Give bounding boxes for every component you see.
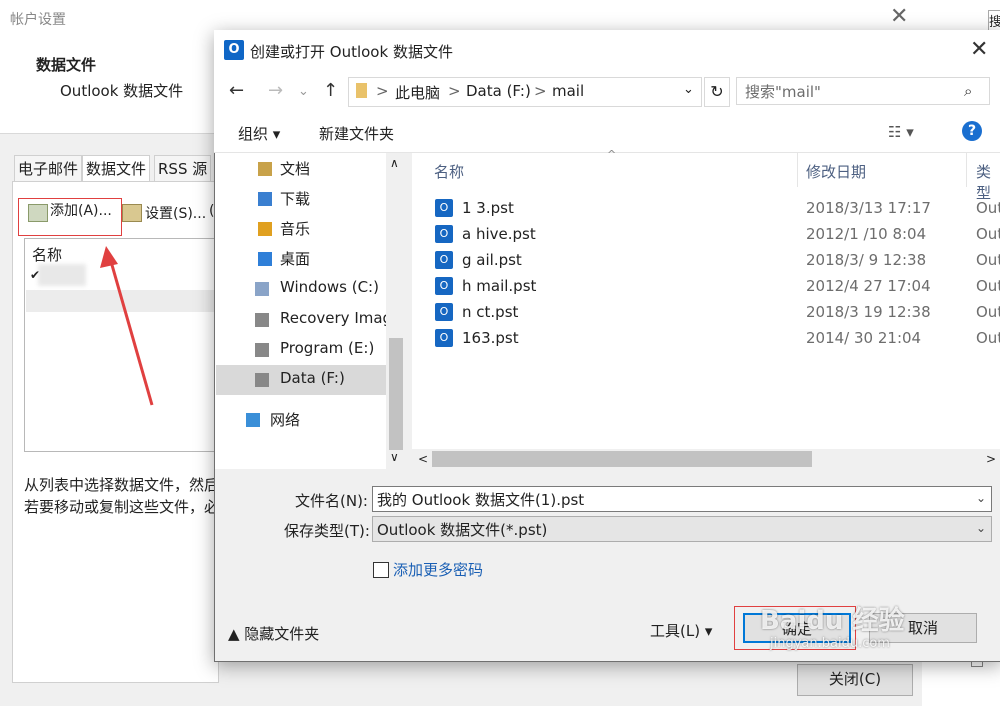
organize-menu[interactable]: 组织 ▾ — [238, 123, 280, 144]
file-type: Out — [976, 303, 1000, 321]
breadcrumb-separator: > — [448, 82, 461, 100]
nav-item-icon — [255, 373, 269, 387]
nav-item[interactable]: 文档 — [280, 158, 386, 179]
filename-label: 文件名(N): — [295, 492, 368, 510]
nav-item-icon — [255, 313, 269, 327]
file-name[interactable]: 1 3.pst — [462, 199, 514, 217]
dialog-close-icon[interactable]: ✕ — [970, 37, 988, 62]
nav-item-icon — [258, 222, 272, 236]
file-type: Out — [976, 329, 1000, 347]
up-arrow-icon[interactable]: ↑ — [323, 80, 338, 101]
nav-item-icon — [258, 252, 272, 266]
outlook-icon: O — [224, 40, 244, 60]
file-date: 2018/3/13 17:17 — [806, 199, 931, 217]
hide-folders-button[interactable]: ▲ 隐藏文件夹 — [228, 623, 319, 644]
nav-item[interactable]: 音乐 — [280, 218, 386, 239]
nav-item-icon — [258, 162, 272, 176]
breadcrumb-separator: > — [534, 82, 547, 100]
pst-file-icon: O — [435, 251, 453, 269]
file-type: Out — [976, 277, 1000, 295]
folder-icon — [356, 83, 367, 98]
file-name[interactable]: g ail.pst — [462, 251, 522, 269]
nav-scroll-thumb[interactable] — [389, 338, 403, 450]
nav-item[interactable]: Program (E:) — [280, 339, 386, 357]
file-date: 2018/3/ 9 12:38 — [806, 251, 927, 269]
scroll-up-icon[interactable]: ∧ — [390, 156, 399, 170]
file-name[interactable]: 163.pst — [462, 329, 519, 347]
pst-file-icon: O — [435, 303, 453, 321]
scroll-down-icon[interactable]: ∨ — [390, 450, 399, 464]
file-name[interactable]: a hive.pst — [462, 225, 536, 243]
file-date: 2012/4 27 17:04 — [806, 277, 931, 295]
nav-item[interactable]: 下载 — [280, 188, 386, 209]
sort-arrow-icon: ^ — [607, 148, 617, 161]
file-name[interactable]: n ct.pst — [462, 303, 518, 321]
pst-file-icon: O — [435, 225, 453, 243]
file-date: 2012/1 /10 8:04 — [806, 225, 927, 243]
column-divider[interactable] — [966, 153, 967, 187]
scroll-left-icon[interactable]: < — [418, 452, 428, 466]
file-date: 2014/ 30 21:04 — [806, 329, 922, 347]
breadcrumb-data-drive[interactable]: Data (F:) — [466, 82, 531, 100]
column-divider[interactable] — [797, 153, 798, 187]
nav-item[interactable]: Data (F:) — [280, 369, 386, 387]
nav-item-icon — [255, 282, 269, 296]
pst-file-icon: O — [435, 199, 453, 217]
column-header-type[interactable]: 类型 — [976, 161, 1000, 203]
nav-item[interactable]: Windows (C:) — [280, 278, 386, 296]
nav-item-icon — [258, 192, 272, 206]
recent-locations-icon[interactable]: ⌄ — [298, 84, 309, 99]
nav-item-icon — [246, 413, 260, 427]
breadcrumb-mail[interactable]: mail — [552, 82, 584, 100]
pst-file-icon: O — [435, 277, 453, 295]
address-dropdown-icon[interactable]: ⌄ — [683, 82, 694, 97]
column-header-name[interactable]: 名称 — [434, 161, 464, 182]
breadcrumb-this-pc[interactable]: 此电脑 — [395, 82, 440, 103]
file-name[interactable]: h mail.pst — [462, 277, 536, 295]
back-arrow-icon[interactable]: ← — [229, 80, 244, 101]
add-passwords-label[interactable]: 添加更多密码 — [393, 559, 483, 580]
filetype-select[interactable]: Outlook 数据文件(*.pst) — [372, 516, 992, 542]
breadcrumb-separator: > — [376, 82, 389, 100]
forward-arrow-icon[interactable]: → — [268, 80, 283, 101]
search-input[interactable]: 搜索"mail" — [736, 77, 990, 105]
view-options-icon[interactable]: ☷ ▾ — [888, 123, 914, 141]
filename-input[interactable]: 我的 Outlook 数据文件(1).pst — [372, 486, 992, 512]
nav-item-icon — [255, 343, 269, 357]
filetype-dropdown-icon[interactable]: ⌄ — [976, 521, 986, 535]
add-passwords-checkbox[interactable] — [373, 562, 389, 578]
filetype-value: Outlook 数据文件(*.pst) — [377, 521, 548, 539]
file-type: Out — [976, 199, 1000, 217]
nav-item[interactable]: 桌面 — [280, 248, 386, 269]
horizontal-scroll-thumb[interactable] — [432, 451, 812, 467]
scroll-right-icon[interactable]: > — [986, 452, 996, 466]
watermark-url: jingyan.baidu.com — [770, 636, 890, 651]
new-folder-button[interactable]: 新建文件夹 — [319, 123, 394, 144]
file-type: Out — [976, 225, 1000, 243]
dialog-title: 创建或打开 Outlook 数据文件 — [250, 43, 453, 61]
pst-file-icon: O — [435, 329, 453, 347]
search-icon[interactable]: ⌕ — [964, 82, 972, 100]
filename-dropdown-icon[interactable]: ⌄ — [976, 491, 986, 505]
help-icon[interactable]: ? — [962, 121, 982, 141]
refresh-icon[interactable]: ↻ — [704, 77, 730, 107]
column-header-date[interactable]: 修改日期 — [806, 161, 866, 182]
watermark-brand: Baidu 经验 — [760, 606, 905, 636]
filetype-label: 保存类型(T): — [284, 522, 370, 540]
filename-value: 我的 Outlook 数据文件(1).pst — [377, 491, 585, 509]
tools-menu[interactable]: 工具(L) ▾ — [650, 620, 712, 641]
file-date: 2018/3 19 12:38 — [806, 303, 931, 321]
file-type: Out — [976, 251, 1000, 269]
nav-item[interactable]: 网络 — [270, 409, 376, 430]
nav-item[interactable]: Recovery Image — [280, 309, 386, 327]
